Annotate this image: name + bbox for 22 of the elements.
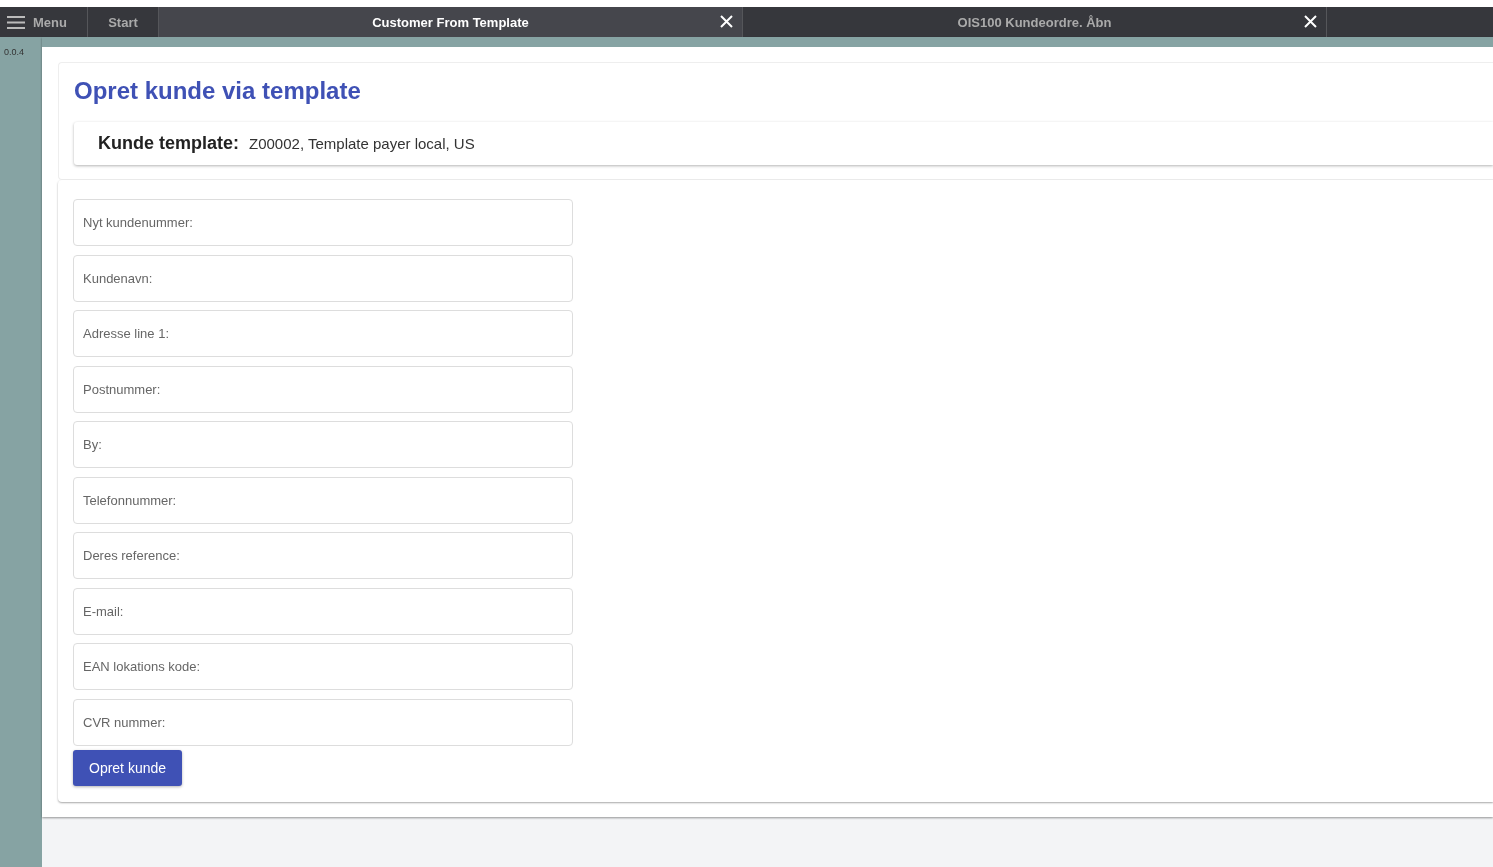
input-field[interactable]: By: <box>73 421 573 468</box>
tab-label[interactable]: Customer From Template <box>372 14 529 30</box>
input-field[interactable]: Kundenavn: <box>73 254 573 302</box>
tab-label[interactable]: Start <box>108 14 138 30</box>
input-field[interactable]: EAN lokations kode: <box>73 643 573 690</box>
menu-icon <box>7 15 25 29</box>
input-field[interactable]: Deres reference: <box>73 532 573 579</box>
input-field[interactable]: Telefonnummer: <box>73 476 573 524</box>
submit-button[interactable]: Opret kunde <box>73 750 183 786</box>
tab-label[interactable]: OIS100 Kundeordre. Åbn <box>957 14 1112 30</box>
close-icon[interactable] <box>1304 15 1317 28</box>
version-label: 0.0.4 <box>4 47 25 57</box>
page-title: Opret kunde via template <box>74 77 362 105</box>
template-value: Z00002, Template payer local, US <box>249 135 475 152</box>
template-label: Kunde template: <box>98 133 239 154</box>
input-field[interactable]: Postnummer: <box>73 365 573 413</box>
close-icon[interactable] <box>720 15 733 28</box>
input-field[interactable]: CVR nummer: <box>73 698 573 746</box>
input-field[interactable]: Adresse line 1: <box>73 310 573 357</box>
input-field[interactable]: Nyt kundenummer: <box>73 199 573 246</box>
input-field[interactable]: E-mail: <box>73 587 573 635</box>
tab[interactable]: Customer From Template <box>159 7 743 37</box>
